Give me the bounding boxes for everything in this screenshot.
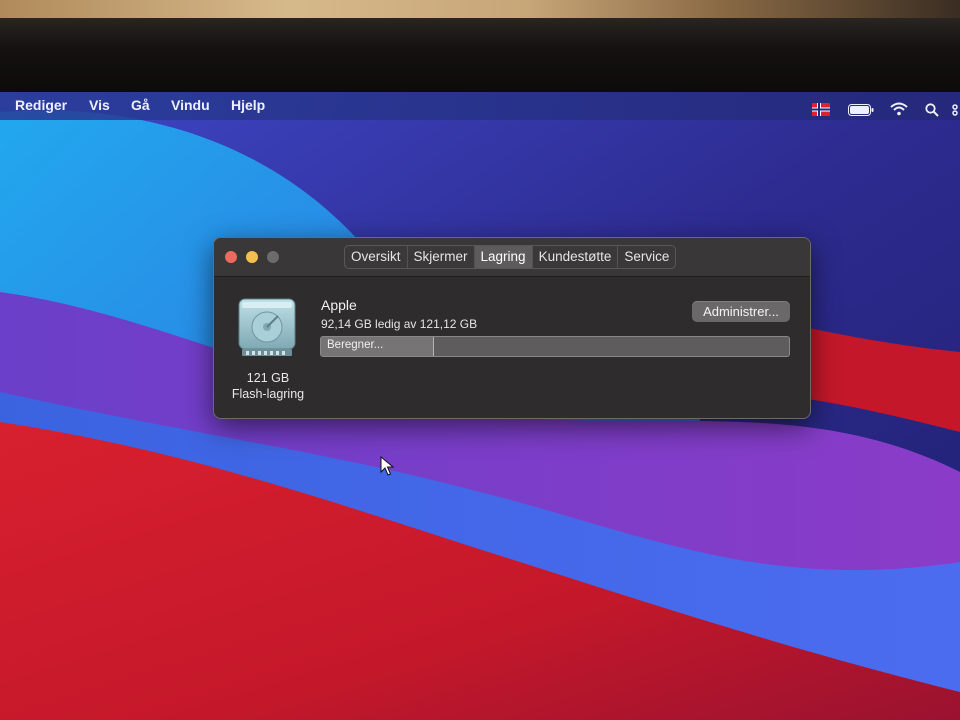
volume-free-space: 92,14 GB ledig av 121,12 GB (321, 317, 478, 331)
tab-bar: Oversikt Skjermer Lagring Kundestøtte Se… (344, 245, 677, 269)
mouse-pointer-icon (380, 456, 394, 476)
monitor-bezel (0, 18, 960, 96)
hard-drive-icon (238, 298, 296, 356)
tab-service[interactable]: Service (618, 246, 675, 268)
manage-button[interactable]: Administrer... (692, 301, 790, 322)
menu-vis[interactable]: Vis (89, 97, 110, 113)
tab-oversikt[interactable]: Oversikt (345, 246, 408, 268)
zoom-button[interactable] (267, 251, 279, 263)
norway-flag-icon[interactable] (812, 103, 830, 116)
menu-hjelp[interactable]: Hjelp (231, 97, 265, 113)
window-titlebar: Oversikt Skjermer Lagring Kundestøtte Se… (214, 238, 810, 277)
volume-name: Apple (321, 297, 357, 313)
tab-kundestotte[interactable]: Kundestøtte (533, 246, 619, 268)
minimize-button[interactable] (246, 251, 258, 263)
disk-size-label: 121 GB (246, 371, 290, 385)
menu-rediger[interactable]: Rediger (15, 97, 67, 113)
tab-skjermer[interactable]: Skjermer (408, 246, 475, 268)
disk-type-label: Flash-lagring (231, 387, 305, 401)
calculating-label: Beregner... (327, 339, 384, 351)
battery-icon[interactable] (848, 104, 874, 116)
wifi-icon[interactable] (890, 102, 908, 116)
menu-vindu[interactable]: Vindu (171, 97, 210, 113)
control-center-icon[interactable] (951, 104, 960, 116)
menu-ga[interactable]: Gå (131, 97, 150, 113)
storage-usage-bar: Beregner... (320, 336, 790, 357)
spotlight-search-icon[interactable] (925, 103, 939, 117)
tab-lagring[interactable]: Lagring (474, 246, 533, 268)
about-this-mac-window: Oversikt Skjermer Lagring Kundestøtte Se… (213, 237, 811, 419)
close-button[interactable] (225, 251, 237, 263)
